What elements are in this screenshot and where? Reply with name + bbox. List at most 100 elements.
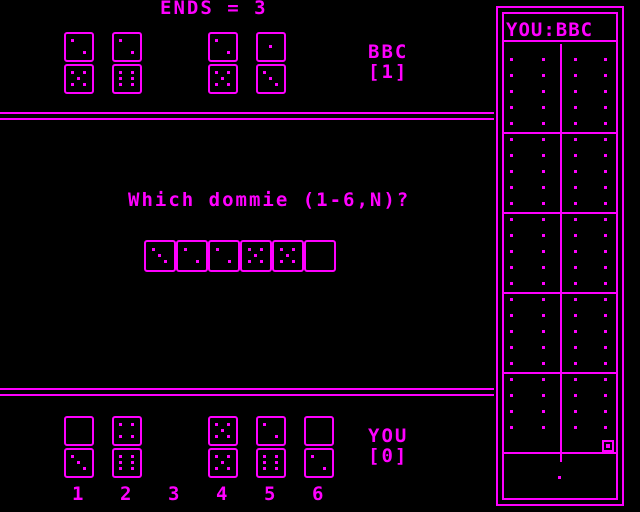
scoreboard-peg-hole (542, 58, 545, 61)
scoreboard-peg-hole (510, 298, 513, 301)
scoreboard-peg-hole (574, 122, 577, 125)
scoreboard-peg-hole (542, 202, 545, 205)
scoreboard-peg-hole (604, 330, 607, 333)
played-tile (240, 240, 272, 272)
player-score: [0] (368, 445, 409, 467)
scoreboard-peg-hole (542, 314, 545, 317)
played-tile-pip (292, 248, 295, 251)
scoreboard-inner (502, 12, 618, 500)
scoreboard-peg-hole (510, 330, 513, 333)
scoreboard-peg-hole (574, 314, 577, 317)
scoreboard-peg-hole (574, 138, 577, 141)
scoreboard-peg-hole (510, 122, 513, 125)
player-domino-bottom-half (112, 448, 142, 478)
scoreboard-peg-hole (604, 298, 607, 301)
scoreboard-peg-hole (510, 186, 513, 189)
player-domino-bottom-pip (131, 467, 134, 470)
slot-numbers: 1 2 3 4 5 6 (0, 484, 360, 506)
player-domino-top-pip (221, 429, 224, 432)
scoreboard-peg-hole (604, 266, 607, 269)
scoreboard-peg-hole (574, 218, 577, 221)
played-tile-pip (216, 248, 219, 251)
player-name: YOU (368, 425, 409, 447)
played-tile-pip (280, 260, 283, 263)
scoreboard-peg-hole (542, 378, 545, 381)
played-tile (208, 240, 240, 272)
played-tile-pip (152, 248, 155, 251)
player-hand[interactable] (0, 416, 360, 480)
player-domino-bottom-pip (323, 467, 326, 470)
scoreboard-peg-hole (574, 90, 577, 93)
scoreboard-peg-hole (542, 218, 545, 221)
player-domino-top-pip (119, 423, 122, 426)
scoreboard-peg-hole (574, 378, 577, 381)
player-domino-bottom-pip (83, 467, 86, 470)
player-domino-top-half (208, 416, 238, 446)
player-domino-top-half (64, 416, 94, 446)
scoreboard-peg-hole (510, 346, 513, 349)
slot-number-6: 6 (312, 483, 326, 505)
played-tile-pip (184, 248, 187, 251)
scoreboard-peg-hole (542, 106, 545, 109)
played-tile-pip (228, 260, 231, 263)
player-domino-bottom-pip (131, 455, 134, 458)
scoreboard-finish-hole (558, 476, 561, 479)
scoreboard-peg-hole (574, 250, 577, 253)
scoreboard-peg-hole (542, 346, 545, 349)
scoreboard-peg-hole (542, 282, 545, 285)
slot-number-5: 5 (264, 483, 278, 505)
scoreboard-peg-hole (574, 362, 577, 365)
player-domino-bottom-pip (227, 455, 230, 458)
player-domino-bottom-half (208, 448, 238, 478)
scoreboard-peg-hole (604, 154, 607, 157)
scoreboard-peg-hole (604, 378, 607, 381)
scoreboard-peg-hole (510, 74, 513, 77)
scoreboard-peg-hole (542, 298, 545, 301)
scoreboard-peg-hole (574, 426, 577, 429)
played-tile-pip (260, 248, 263, 251)
scoreboard-peg-hole (510, 250, 513, 253)
scoreboard-peg-hole (604, 250, 607, 253)
scoreboard-peg-hole (604, 218, 607, 221)
scoreboard-peg-hole (574, 154, 577, 157)
scoreboard-peg-hole (542, 170, 545, 173)
scoreboard-peg-hole (510, 218, 513, 221)
player-domino-bottom-pip (215, 455, 218, 458)
player-domino-bottom-pip (221, 461, 224, 464)
player-domino-top-pip (131, 423, 134, 426)
scoreboard-peg-hole (604, 394, 607, 397)
scoreboard-peg-hole (542, 410, 545, 413)
player-domino-bottom-pip (227, 467, 230, 470)
scoreboard-peg-hole (542, 330, 545, 333)
scoreboard-peg-hole (604, 314, 607, 317)
player-domino-top-half (256, 416, 286, 446)
player-domino-top-pip (119, 435, 122, 438)
scoreboard-peg-hole (604, 74, 607, 77)
scoreboard-peg-hole (604, 362, 607, 365)
scoreboard-peg-hole (574, 234, 577, 237)
player-domino-top-half (304, 416, 334, 446)
scoreboard-peg-hole (604, 138, 607, 141)
scoreboard-peg-hole (604, 106, 607, 109)
scoreboard-peg-hole (542, 154, 545, 157)
played-tile-pip (280, 248, 283, 251)
scoreboard-peg-hole (574, 410, 577, 413)
player-domino-bottom-half (304, 448, 334, 478)
scoreboard-peg-hole (510, 58, 513, 61)
scoreboard-peg-hole (604, 90, 607, 93)
scoreboard-peg-hole (574, 298, 577, 301)
player-domino-bottom-pip (311, 455, 314, 458)
player-domino-bottom-pip (77, 461, 80, 464)
scoreboard-peg-marker (602, 440, 614, 452)
scoreboard-peg-hole (510, 426, 513, 429)
played-tile-pip (196, 260, 199, 263)
scoreboard-peg-hole (574, 186, 577, 189)
scoreboard-peg-hole (510, 394, 513, 397)
scoreboard-peg-hole (510, 410, 513, 413)
scoreboard-peg-hole (604, 170, 607, 173)
player-domino-bottom-pip (263, 467, 266, 470)
player-domino-top-half (112, 416, 142, 446)
scoreboard-peg-hole (604, 122, 607, 125)
player-domino-bottom-half (64, 448, 94, 478)
player-domino-top-pip (275, 435, 278, 438)
